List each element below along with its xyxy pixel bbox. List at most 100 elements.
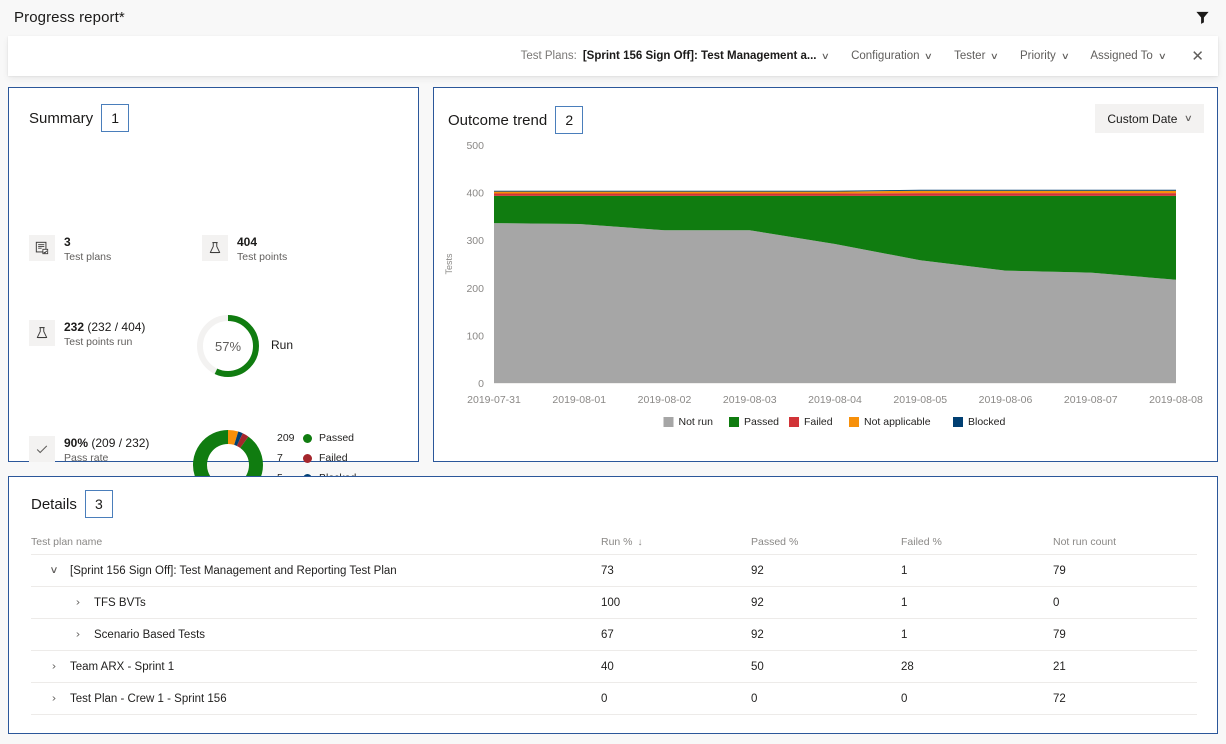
table-row[interactable]: › Test Plan - Crew 1 - Sprint 156 0 0 0 72 xyxy=(31,683,1197,715)
cell-run-pct: 100 xyxy=(601,596,621,609)
custom-date-dropdown[interactable]: Custom Date ∨ xyxy=(1095,104,1204,133)
metric-pass-rate-label: Pass rate xyxy=(64,452,109,464)
cell-run-pct: 67 xyxy=(601,628,614,641)
summary-title: Summary xyxy=(29,109,94,127)
summary-panel: Summary 1 3 Test plans 404 Test points 2… xyxy=(8,87,419,504)
metric-test-points: 404 Test points xyxy=(202,235,287,264)
cell-test-plan-name: › Team ARX - Sprint 1 xyxy=(31,661,601,673)
cell-not-run-count: 79 xyxy=(1053,628,1066,641)
chart-legend-label-not-run: Not run xyxy=(679,416,714,428)
filter-priority-label: Priority xyxy=(1020,50,1056,62)
chart-legend-swatch-passed xyxy=(729,417,739,427)
chart-legend-swatch-not-run xyxy=(663,417,674,427)
metric-test-points-run-label: Test points run xyxy=(64,336,133,348)
chart-legend-label-blocked: Blocked xyxy=(968,416,1006,428)
summary-header: Summary 1 xyxy=(29,104,130,132)
filter-assigned-to-label: Assigned To xyxy=(1090,50,1153,62)
donut-slice-not-applicable xyxy=(227,430,239,445)
chart-legend-swatch-blocked xyxy=(953,417,963,427)
progress-report-page: Progress report* Test Plans: [Sprint 156… xyxy=(0,0,1226,744)
metric-test-points-run-text: 232 (232 / 404) Test points run xyxy=(64,320,145,349)
cell-test-plan-name: › Scenario Based Tests xyxy=(31,629,601,641)
legend-passed-swatch xyxy=(303,433,312,443)
column-header-not-run-count[interactable]: Not run count xyxy=(1053,536,1193,548)
filter-tester[interactable]: Tester ∨ xyxy=(954,50,999,62)
cell-passed-pct: 50 xyxy=(751,660,764,673)
x-axis-tick: 2019-07-31 xyxy=(467,394,521,406)
y-axis-tick: 0 xyxy=(478,378,484,390)
chevron-right-icon[interactable]: › xyxy=(67,629,90,640)
outcome-trend-title: Outcome trend xyxy=(448,111,548,129)
cell-test-plan-name: › TFS BVTs xyxy=(31,597,601,609)
y-axis-label: Tests xyxy=(444,253,454,275)
cell-failed-pct: 1 xyxy=(901,564,908,577)
table-row[interactable]: › Team ARX - Sprint 1 40 50 28 21 xyxy=(31,651,1197,683)
details-panel: Details 3 Test plan name Run % ↓ Passed %… xyxy=(8,476,1218,734)
filter-test-plans[interactable]: Test Plans: [Sprint 156 Sign Off]: Test … xyxy=(520,50,831,62)
cell-test-plan-name: ∨ [Sprint 156 Sign Off]: Test Management … xyxy=(31,565,601,577)
chart-legend-label-not-applicable: Not applicable xyxy=(864,416,931,428)
legend-item-failed: 7 Failed xyxy=(277,448,386,468)
metric-test-points-text: 404 Test points xyxy=(237,235,287,264)
column-header-passed-pct[interactable]: Passed % xyxy=(751,536,901,548)
x-axis-tick: 2019-08-05 xyxy=(893,394,947,406)
chart-legend-swatch-failed xyxy=(789,417,799,427)
filter-funnel-icon[interactable] xyxy=(1192,7,1212,27)
chevron-down-icon[interactable]: ∨ xyxy=(43,565,66,576)
legend-failed-count: 7 xyxy=(277,452,283,464)
details-header: Details 3 xyxy=(31,490,113,518)
y-axis-tick: 100 xyxy=(466,330,484,342)
filter-bar: Test Plans: [Sprint 156 Sign Off]: Test … xyxy=(8,36,1218,76)
close-icon[interactable]: ✕ xyxy=(1191,49,1204,64)
chevron-right-icon[interactable]: › xyxy=(67,597,90,608)
metric-pass-rate: 90% (209 / 232) Pass rate xyxy=(29,436,149,465)
chevron-down-icon: ∨ xyxy=(1060,50,1070,61)
filter-configuration[interactable]: Configuration ∨ xyxy=(851,50,934,62)
cell-passed-pct: 92 xyxy=(751,628,764,641)
y-axis-tick: 500 xyxy=(466,140,484,152)
chart-legend-label-passed: Passed xyxy=(744,416,779,428)
cell-passed-pct: 0 xyxy=(751,692,758,705)
test-plan-name-label: Scenario Based Tests xyxy=(94,628,206,641)
metric-test-plans-text: 3 Test plans xyxy=(64,235,111,264)
table-row[interactable]: › Scenario Based Tests 67 92 1 79 xyxy=(31,619,1197,651)
chart-legend-swatch-not-applicable xyxy=(849,417,859,427)
details-badge: 3 xyxy=(84,490,113,518)
chevron-right-icon[interactable]: › xyxy=(43,693,66,704)
table-row[interactable]: › TFS BVTs 100 92 1 0 xyxy=(31,587,1197,619)
column-header-test-plan-name[interactable]: Test plan name xyxy=(31,536,601,548)
metric-pass-rate-text: 90% (209 / 232) Pass rate xyxy=(64,436,149,465)
chart-legend-label-failed: Failed xyxy=(804,416,833,428)
filter-test-plans-prefix: Test Plans: xyxy=(520,50,577,62)
metric-test-points-label: Test points xyxy=(237,251,288,263)
filter-configuration-label: Configuration xyxy=(851,50,920,62)
donut-slice-blocked xyxy=(234,431,243,446)
chevron-down-icon: ∨ xyxy=(1184,113,1194,123)
run-gauge-percent: 57% xyxy=(214,338,242,354)
page-title: Progress report* xyxy=(14,8,125,26)
y-axis-tick: 300 xyxy=(466,235,484,247)
table-header-row: Test plan name Run % ↓ Passed % Failed % … xyxy=(31,529,1197,555)
table-row[interactable]: ∨ [Sprint 156 Sign Off]: Test Management … xyxy=(31,555,1197,587)
cell-not-run-count: 21 xyxy=(1053,660,1066,673)
x-axis-tick: 2019-08-02 xyxy=(638,394,692,406)
column-header-run-pct[interactable]: Run % ↓ xyxy=(601,536,751,548)
chevron-down-icon: ∨ xyxy=(924,50,934,61)
legend-passed-count: 209 xyxy=(277,432,295,444)
test-plan-name-label: TFS BVTs xyxy=(94,596,146,609)
metric-test-plans: 3 Test plans xyxy=(29,235,111,264)
outcome-trend-badge: 2 xyxy=(555,106,584,134)
filter-assigned-to[interactable]: Assigned To ∨ xyxy=(1090,50,1167,62)
details-table: Test plan name Run % ↓ Passed % Failed % … xyxy=(31,529,1197,715)
chevron-right-icon[interactable]: › xyxy=(43,661,66,672)
chevron-down-icon: ∨ xyxy=(821,50,831,61)
chevron-down-icon: ∨ xyxy=(1157,50,1167,61)
column-header-failed-pct[interactable]: Failed % xyxy=(901,536,1053,548)
cell-failed-pct: 1 xyxy=(901,596,908,609)
y-axis-tick: 200 xyxy=(466,283,484,295)
cell-not-run-count: 72 xyxy=(1053,692,1066,705)
filter-priority[interactable]: Priority ∨ xyxy=(1020,50,1070,62)
test-plan-icon xyxy=(29,235,55,261)
metric-test-plans-value: 3 xyxy=(64,235,71,249)
beaker-icon xyxy=(29,320,55,346)
